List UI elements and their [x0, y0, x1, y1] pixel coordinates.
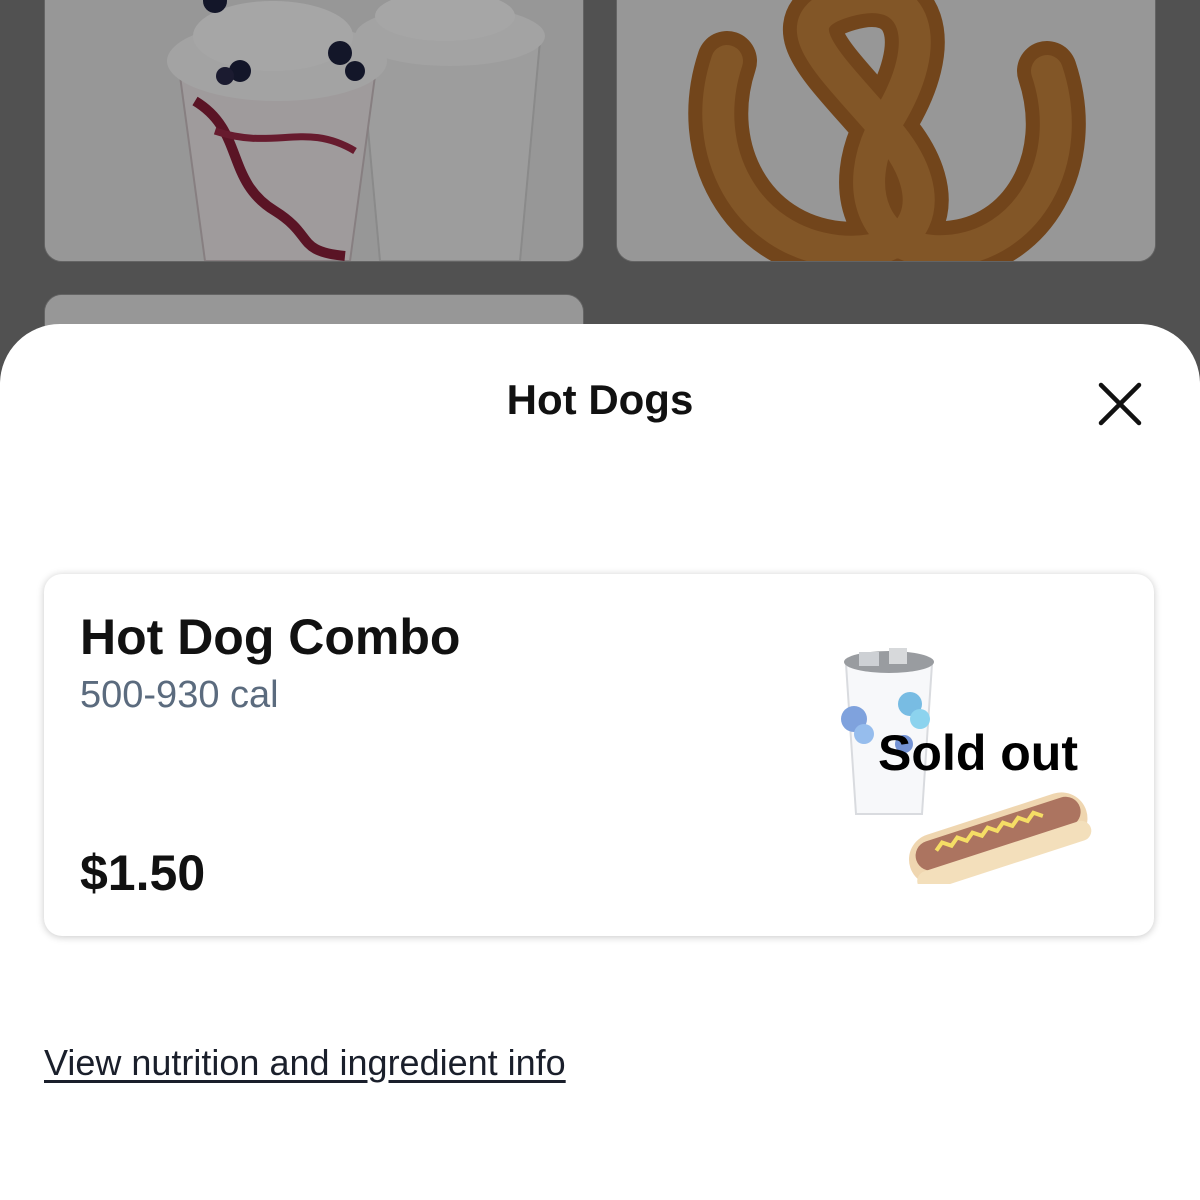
menu-card-pretzel: [616, 0, 1156, 262]
item-name: Hot Dog Combo: [80, 609, 461, 665]
close-icon: [1098, 382, 1142, 426]
close-button[interactable]: [1092, 376, 1148, 432]
milkshake-image: [45, 0, 583, 261]
item-price: $1.50: [80, 845, 206, 901]
menu-item-card[interactable]: Hot Dog Combo 500-930 cal $1.50 Sold out: [44, 574, 1154, 936]
category-sheet: Hot Dogs Hot Dog Combo 500-930 cal $1.50: [0, 324, 1200, 1200]
item-calories: 500-930 cal: [80, 674, 279, 716]
menu-card-milkshake: [44, 0, 584, 262]
nutrition-info-link[interactable]: View nutrition and ingredient info: [44, 1042, 566, 1084]
pretzel-image: [617, 0, 1155, 261]
sold-out-label: Sold out: [878, 725, 1078, 781]
sheet-title: Hot Dogs: [506, 376, 694, 423]
